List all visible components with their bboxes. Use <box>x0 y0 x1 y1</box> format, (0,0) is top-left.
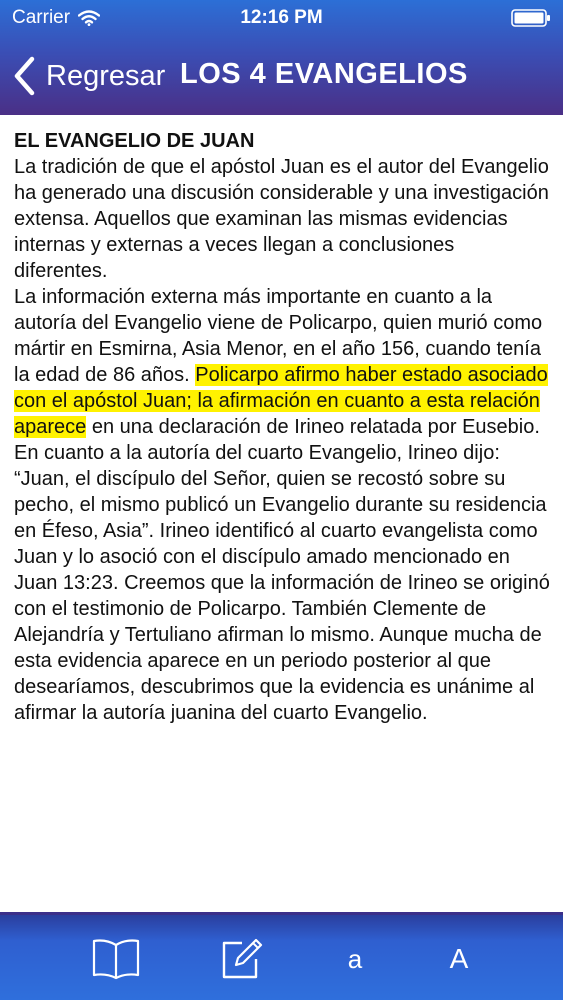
header: Carrier 12:16 PM Regresar LOS 4 EVANGELI… <box>0 0 563 115</box>
paragraph-text: en una declaración de Irineo relatada po… <box>14 416 550 724</box>
back-label: Regresar <box>46 59 166 92</box>
book-button[interactable] <box>88 929 144 989</box>
back-button[interactable]: Regresar <box>12 56 165 96</box>
status-time: 12:16 PM <box>240 7 323 28</box>
font-larger-button[interactable]: A <box>432 929 486 989</box>
article-paragraph-1: La tradición de que el apóstol Juan es e… <box>14 156 549 282</box>
book-icon <box>92 939 140 980</box>
edit-note-icon <box>222 938 263 979</box>
article-title: EL EVANGELIO DE JUAN <box>14 130 255 152</box>
screen: Carrier 12:16 PM Regresar LOS 4 EVANGELI… <box>0 0 563 1000</box>
chevron-left-icon <box>14 56 35 96</box>
bottom-toolbar: a A <box>0 912 563 1000</box>
page-title: LOS 4 EVANGELIOS <box>180 58 468 90</box>
edit-note-button[interactable] <box>214 929 270 989</box>
nav-bar: Regresar LOS 4 EVANGELIOS <box>0 40 563 112</box>
status-bar: Carrier 12:16 PM <box>0 0 563 36</box>
font-smaller-button[interactable]: a <box>330 929 380 989</box>
article-paragraph-2: La información externa más importante en… <box>14 284 552 726</box>
battery-icon <box>511 9 550 27</box>
article-content: EL EVANGELIO DE JUAN La tradición de que… <box>14 128 552 726</box>
